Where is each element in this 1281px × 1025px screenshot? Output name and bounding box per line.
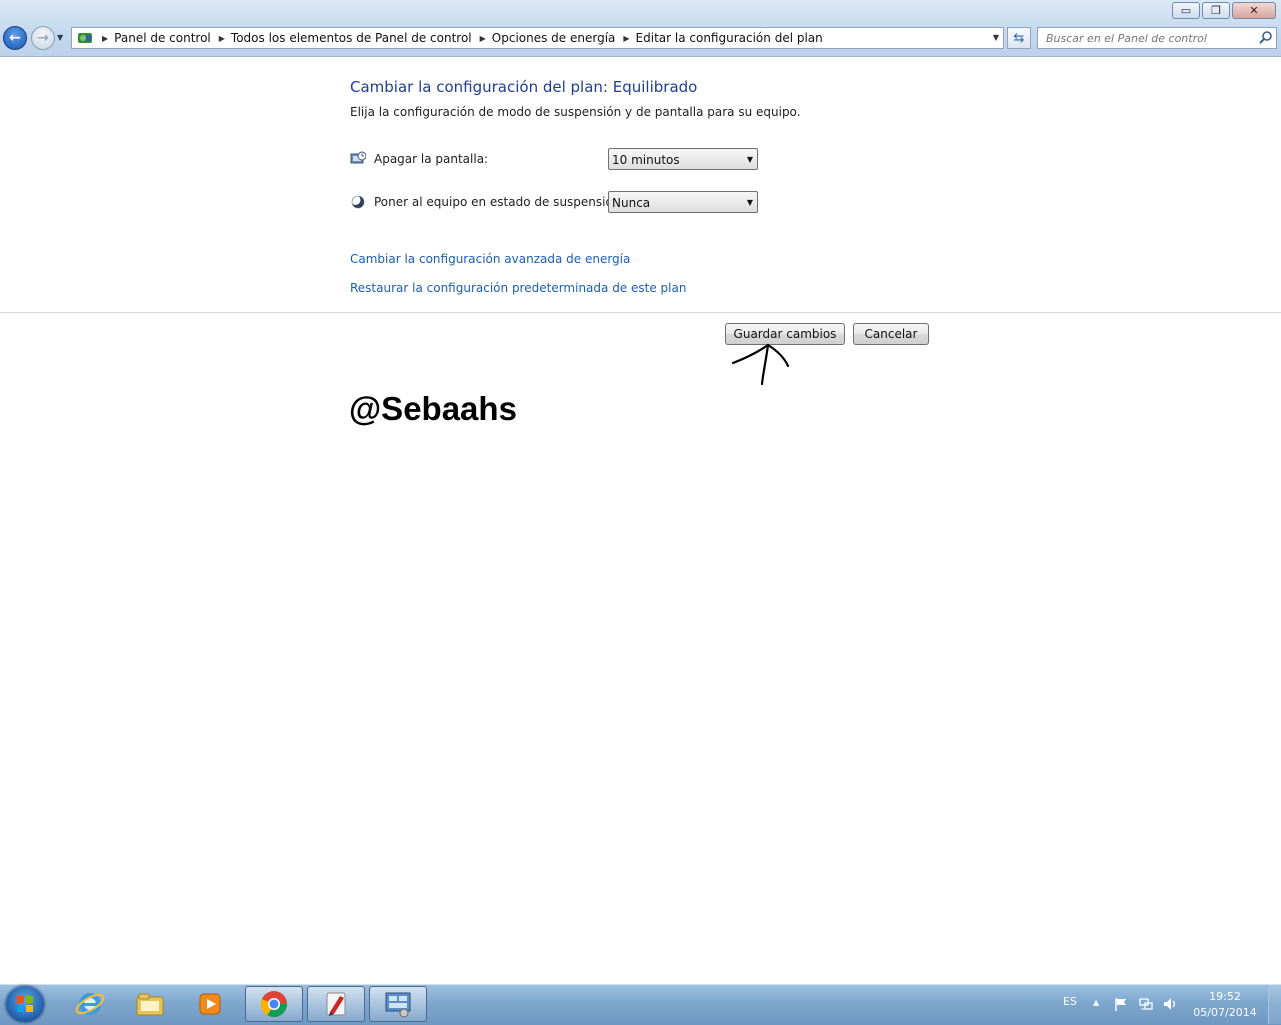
taskbar-control-panel[interactable] [369, 986, 427, 1022]
media-player-icon [199, 993, 221, 1015]
show-desktop-button[interactable] [1268, 985, 1281, 1024]
system-clock[interactable]: 19:52 05/07/2014 [1190, 989, 1260, 1021]
internet-explorer-icon [75, 993, 105, 1015]
sleep-label: Poner al equipo en estado de suspensión: [374, 195, 625, 209]
language-indicator[interactable]: ES [1063, 995, 1077, 1008]
search-icon[interactable] [1258, 30, 1274, 46]
clock-date: 05/07/2014 [1193, 1006, 1257, 1019]
minimize-button[interactable]: ▭ [1172, 2, 1200, 19]
breadcrumb-item[interactable]: ▶ Opciones de energía [472, 31, 616, 45]
display-off-select[interactable]: 10 minutos ▼ [608, 148, 758, 170]
display-clock-icon [350, 151, 366, 164]
control-panel-icon [76, 30, 94, 46]
chrome-icon [260, 991, 288, 1018]
action-center-flag-icon[interactable] [1113, 996, 1129, 1012]
author-watermark: @Sebaahs [349, 390, 517, 427]
breadcrumb-chevron-icon: ▶ [623, 33, 630, 43]
control-panel-icon [385, 992, 411, 1018]
cancel-button[interactable]: Cancelar [853, 323, 929, 345]
restore-button[interactable]: ❐ [1202, 2, 1230, 19]
volume-icon[interactable] [1162, 996, 1178, 1012]
close-button[interactable]: ✕ [1232, 2, 1276, 19]
display-off-label: Apagar la pantalla: [374, 152, 489, 166]
taskbar-paint-app[interactable] [307, 986, 365, 1022]
hand-drawn-arrow-icon [731, 343, 790, 386]
back-button[interactable]: ← [3, 26, 27, 50]
breadcrumb-chevron-icon: ▶ [479, 33, 486, 43]
chevron-down-icon: ▼ [746, 155, 753, 164]
windows-logo-icon [17, 996, 33, 1012]
breadcrumb-label: Panel de control [114, 31, 211, 45]
breadcrumb-item[interactable]: ▶ Todos los elementos de Panel de contro… [211, 31, 472, 45]
breadcrumb-label: Opciones de energía [491, 31, 616, 45]
breadcrumb-chevron-icon: ▶ [102, 33, 109, 43]
back-arrow-icon: ← [9, 30, 21, 46]
forward-arrow-icon: → [37, 30, 49, 46]
sleep-value: Nunca [612, 196, 651, 210]
page-title: Cambiar la configuración del plan: Equil… [350, 78, 698, 96]
file-explorer-icon [136, 993, 164, 1016]
taskbar-file-explorer[interactable] [121, 986, 179, 1022]
start-button[interactable] [6, 986, 44, 1022]
breadcrumb-chevron-icon: ▶ [218, 33, 225, 43]
network-icon[interactable] [1138, 996, 1154, 1012]
paint-app-icon [326, 992, 346, 1016]
address-dropdown-icon[interactable]: ▼ [993, 33, 999, 42]
refresh-icon: ⇆ [1013, 30, 1025, 46]
address-bar[interactable]: ▶ Panel de control ▶ Todos los elementos… [71, 27, 1004, 49]
breadcrumb-item[interactable]: ▶ Panel de control [94, 31, 211, 45]
refresh-button[interactable]: ⇆ [1007, 27, 1031, 49]
sleep-select[interactable]: Nunca ▼ [608, 191, 758, 213]
display-off-value: 10 minutos [612, 153, 680, 167]
window-controls: ▭ ❐ ✕ [1172, 2, 1276, 19]
search-input[interactable] [1037, 27, 1277, 49]
taskbar-internet-explorer[interactable] [61, 986, 119, 1022]
section-divider [0, 312, 1281, 313]
forward-button[interactable]: → [31, 26, 55, 50]
taskbar-chrome[interactable] [245, 986, 303, 1022]
window-top-bar: ▭ ❐ ✕ ← → ▼ ▶ Panel de control ▶ Todos l… [0, 0, 1281, 57]
chevron-down-icon: ▼ [746, 198, 753, 207]
page-subtitle: Elija la configuración de modo de suspen… [350, 105, 801, 119]
breadcrumb-label: Todos los elementos de Panel de control [230, 31, 472, 45]
restore-defaults-link[interactable]: Restaurar la configuración predeterminad… [350, 281, 686, 295]
advanced-settings-link[interactable]: Cambiar la configuración avanzada de ene… [350, 252, 630, 266]
recent-pages-dropdown[interactable]: ▼ [57, 33, 63, 42]
clock-time: 19:52 [1209, 990, 1241, 1003]
breadcrumb-item[interactable]: ▶ Editar la configuración del plan [615, 31, 822, 45]
moon-sleep-icon [350, 195, 365, 209]
breadcrumb-label: Editar la configuración del plan [635, 31, 823, 45]
show-hidden-icons-icon[interactable]: ▲ [1093, 998, 1099, 1007]
taskbar-media-player[interactable] [181, 986, 239, 1022]
